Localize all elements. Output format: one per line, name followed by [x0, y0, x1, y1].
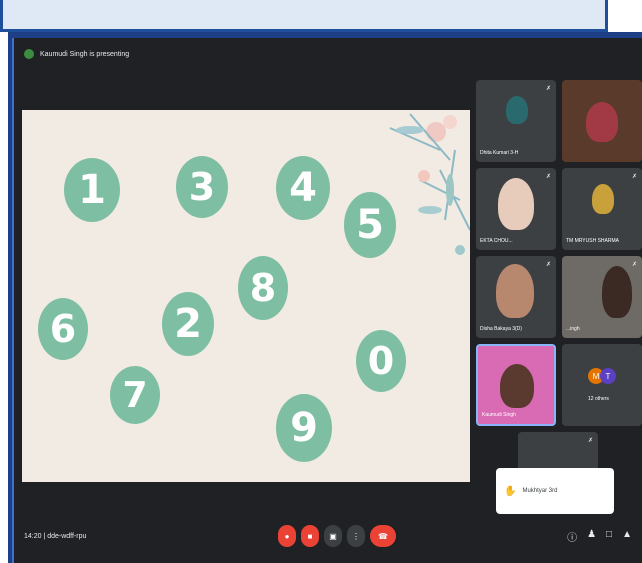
call-controls: ● ■ ▣ ⋮ ☎	[278, 525, 396, 547]
hand-icon: ✋	[504, 485, 517, 497]
participant-tile[interactable]	[562, 80, 642, 162]
mic-off-icon: ✗	[631, 174, 637, 180]
notification-text: Mukhtyar 3rd	[522, 488, 558, 494]
participant-avatar	[592, 184, 614, 214]
top-banner	[0, 0, 608, 32]
participant-name: TM MRYUSH SHARMA	[566, 238, 619, 244]
participant-video	[586, 102, 618, 142]
number-4: 4	[276, 156, 330, 220]
chat-icon[interactable]: □	[606, 529, 612, 544]
number-0: 0	[356, 330, 406, 392]
participant-tile[interactable]: ✗ TM MRYUSH SHARMA	[562, 168, 642, 250]
presenting-label: Kaumudi Singh is presenting	[40, 50, 130, 58]
activities-icon[interactable]: ▲	[622, 529, 632, 544]
meeting-info: 14:20 | dde-wdff-rpu	[24, 533, 87, 540]
number-8: 8	[238, 256, 288, 320]
self-tile[interactable]: ✗	[518, 432, 598, 472]
presenting-bar: Kaumudi Singh is presenting	[24, 46, 129, 62]
mic-off-icon: ✗	[545, 262, 551, 268]
participant-video	[500, 364, 534, 408]
number-5: 5	[344, 192, 396, 258]
participant-name: Dhita Kumari 3-H	[480, 150, 519, 156]
mic-off-icon: ✗	[545, 174, 551, 180]
participant-video	[498, 178, 534, 230]
camera-off-button[interactable]: ■	[301, 525, 319, 547]
participant-tile[interactable]: ✗ Dhita Kumari 3-H	[476, 80, 556, 162]
participant-video	[602, 266, 632, 318]
mic-off-icon: ✗	[545, 86, 551, 92]
presenter-avatar	[24, 49, 34, 59]
more-options-button[interactable]: ⋮	[347, 525, 365, 547]
info-icon[interactable]: ⓘ	[567, 529, 577, 544]
mic-off-icon: ✗	[631, 262, 637, 268]
end-call-button[interactable]: ☎	[370, 525, 396, 547]
notification-card[interactable]: ✋ Mukhtyar 3rd	[496, 468, 614, 514]
present-button[interactable]: ▣	[324, 525, 342, 547]
participant-name: EKTA CHOU...	[480, 238, 513, 244]
participant-tile[interactable]: ✗ EKTA CHOU...	[476, 168, 556, 250]
others-tile[interactable]: M T 12 others	[562, 344, 642, 426]
side-panel-controls: ⓘ ♟ □ ▲	[567, 529, 632, 544]
number-6: 6	[38, 298, 88, 360]
bottom-toolbar: 14:20 | dde-wdff-rpu ● ■ ▣ ⋮ ☎ ⓘ ♟ □ ▲	[14, 513, 642, 563]
others-avatars: M T	[588, 368, 616, 384]
participant-video	[496, 264, 534, 318]
shared-slide: 1 3 4 5 8 6 2 0 7 9	[22, 110, 470, 482]
participant-avatar	[506, 96, 528, 124]
participant-name: Disha Bakaya 3(D)	[480, 326, 522, 332]
participant-tile[interactable]: ✗ Disha Bakaya 3(D)	[476, 256, 556, 338]
others-count: 12 others	[588, 396, 609, 402]
participant-name: Kaumudi Singh	[482, 412, 516, 418]
meet-window: Kaumudi Singh is presenting 1 3 4 5 8 6 …	[12, 38, 642, 563]
people-icon[interactable]: ♟	[587, 529, 596, 544]
number-2: 2	[162, 292, 214, 356]
number-9: 9	[276, 394, 332, 462]
participant-tile-active[interactable]: Kaumudi Singh	[476, 344, 556, 426]
mic-off-button[interactable]: ●	[278, 525, 296, 547]
avatar: T	[600, 368, 616, 384]
mic-off-icon: ✗	[587, 438, 593, 444]
number-7: 7	[110, 366, 160, 424]
participant-name: ...ingh	[566, 326, 580, 332]
participant-tile[interactable]: ✗ ...ingh	[562, 256, 642, 338]
number-3: 3	[176, 156, 228, 218]
number-1: 1	[64, 158, 120, 222]
